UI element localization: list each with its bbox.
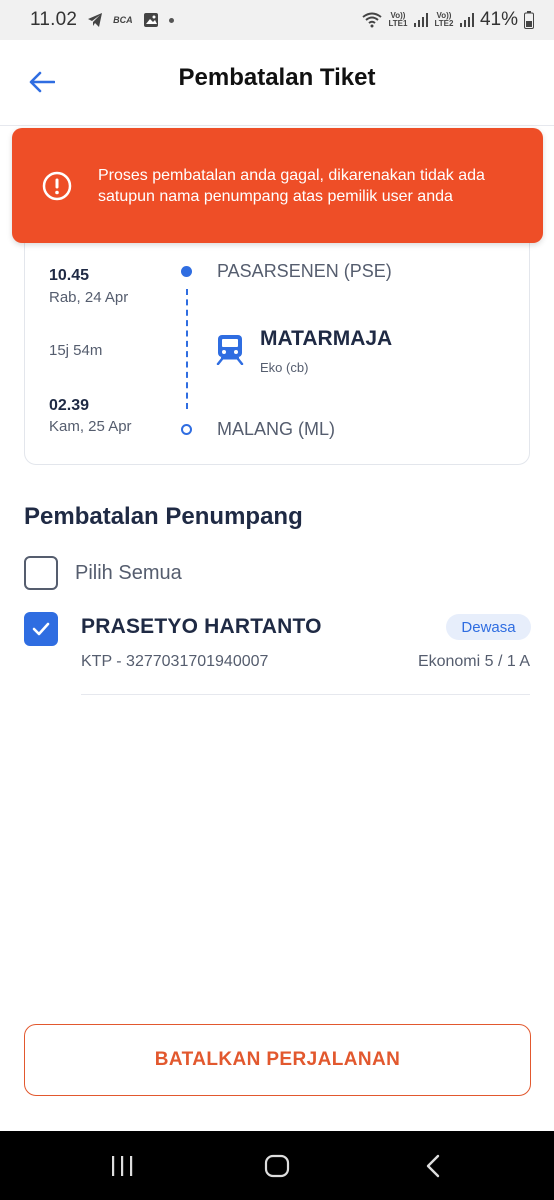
select-all-checkbox[interactable] bbox=[24, 556, 58, 590]
back-icon[interactable] bbox=[418, 1153, 448, 1179]
train-class: Eko (cb) bbox=[260, 360, 309, 375]
recents-icon[interactable] bbox=[107, 1153, 137, 1179]
battery-icon bbox=[524, 11, 534, 29]
train-name: MATARMAJA bbox=[260, 327, 393, 350]
origin-dot bbox=[181, 266, 192, 277]
battery-percent: 41% bbox=[479, 9, 518, 30]
bca-notification-icon: BCA bbox=[113, 15, 133, 25]
signal-1-icon bbox=[413, 13, 428, 27]
cancel-trip-button[interactable]: BATALKAN PERJALANAN bbox=[24, 1024, 531, 1096]
trip-duration: 15j 54m bbox=[49, 342, 103, 359]
origin-station: PASARSENEN (PSE) bbox=[217, 261, 392, 281]
error-alert: Proses pembatalan anda gagal, dikarenaka… bbox=[12, 128, 543, 243]
passenger-id: KTP - 3277031701940007 bbox=[81, 653, 269, 670]
more-notifications-dot bbox=[168, 17, 174, 23]
section-title: Pembatalan Penumpang bbox=[24, 503, 303, 530]
sim1-label: Vo)) LTE1 bbox=[388, 11, 408, 28]
passenger-type-badge: Dewasa bbox=[446, 614, 531, 640]
sim2-label: Vo)) LTE2 bbox=[434, 11, 454, 28]
app-bar: Pembatalan Tiket bbox=[0, 40, 554, 126]
passenger-seat: Ekonomi 5 / 1 A bbox=[417, 653, 530, 670]
passenger-divider bbox=[81, 694, 530, 695]
telegram-icon bbox=[87, 12, 103, 28]
departure-time: 10.45 bbox=[49, 267, 90, 284]
arrival-time: 02.39 bbox=[49, 397, 90, 414]
train-icon bbox=[215, 333, 245, 366]
select-all-label[interactable]: Pilih Semua bbox=[75, 562, 182, 585]
passenger-name: PRASETYO HARTANTO bbox=[81, 615, 322, 638]
alert-message: Proses pembatalan anda gagal, dikarenaka… bbox=[98, 166, 485, 205]
alert-circle-icon bbox=[42, 171, 72, 201]
clock: 11.02 bbox=[30, 9, 78, 30]
home-icon[interactable] bbox=[262, 1153, 292, 1179]
system-navigation-bar bbox=[0, 1131, 554, 1200]
arrival-date: Kam, 25 Apr bbox=[49, 418, 132, 435]
destination-station: MALANG (ML) bbox=[217, 419, 336, 439]
gallery-icon bbox=[143, 12, 159, 28]
check-icon bbox=[32, 622, 50, 636]
destination-dot bbox=[181, 424, 192, 435]
status-bar: 11.02 BCA Vo)) LTE1 Vo)) LTE2 41% bbox=[0, 0, 554, 40]
departure-date: Rab, 24 Apr bbox=[49, 289, 129, 306]
passenger-checkbox[interactable] bbox=[24, 612, 58, 646]
signal-2-icon bbox=[459, 13, 474, 27]
wifi-icon bbox=[362, 12, 382, 28]
page-title: Pembatalan Tiket bbox=[178, 64, 376, 91]
route-line bbox=[186, 289, 188, 409]
